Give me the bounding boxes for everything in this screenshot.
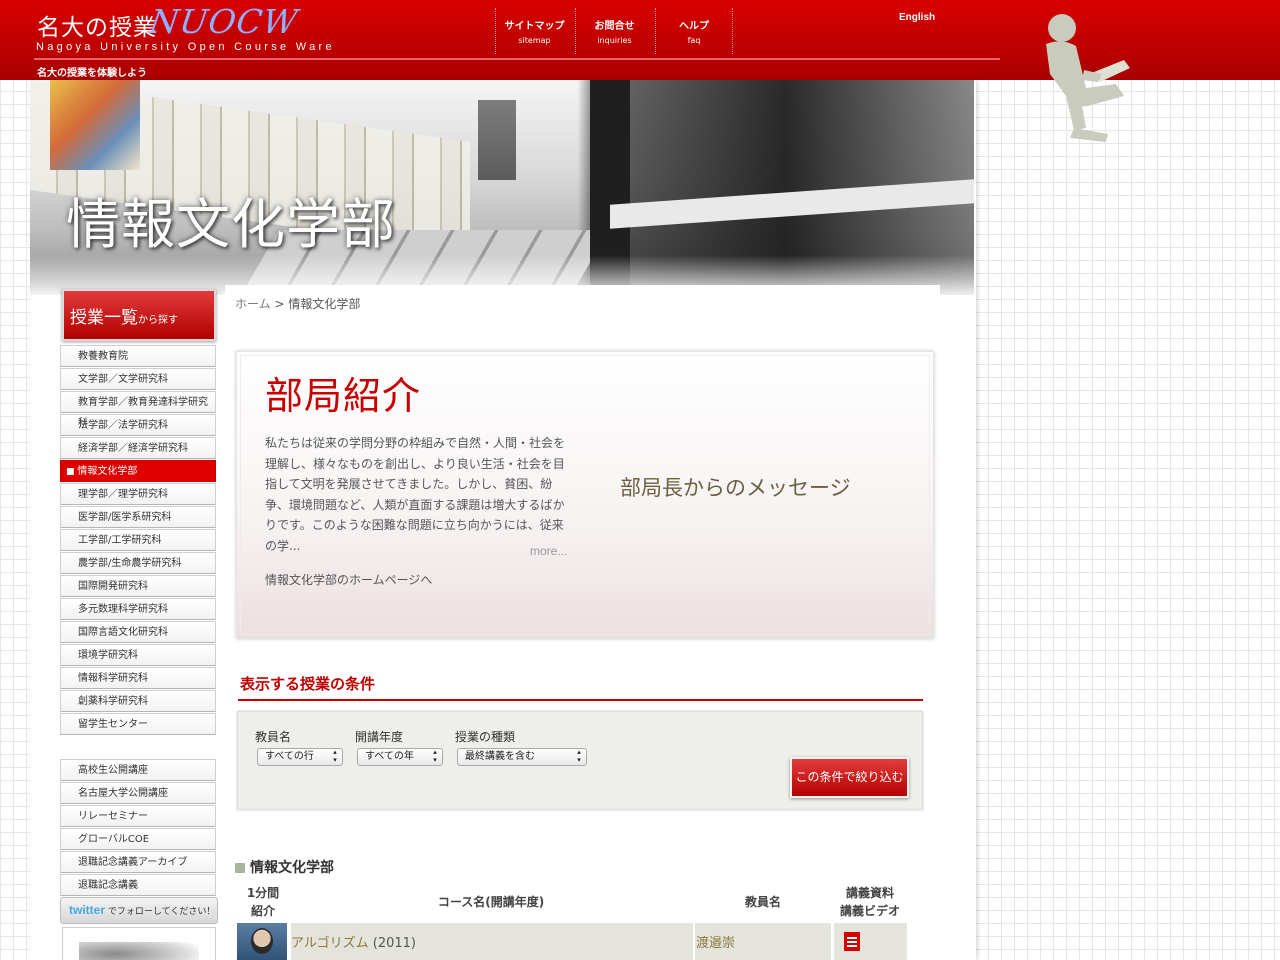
- sidebar-item-extra[interactable]: グローバルCOE: [60, 828, 216, 850]
- intro-more-link[interactable]: more...: [530, 544, 567, 558]
- logo-japanese[interactable]: 名大の授業: [37, 8, 157, 42]
- results-heading: 情報文化学部: [235, 857, 334, 877]
- reading-person-illustration: [1046, 14, 1130, 142]
- nav-help[interactable]: ヘルプ faq: [655, 8, 733, 54]
- department-list: 教養教育院 文学部／文学研究科 教育学部／教育発達科学研究科 法学部／法学研究科…: [60, 345, 216, 736]
- column-header-intro: 1分間 紹介: [240, 884, 286, 920]
- sidebar-item-department[interactable]: 国際開発研究科: [60, 575, 216, 597]
- sidebar-item-department[interactable]: 理学部／理学研究科: [60, 483, 216, 505]
- sidebar-item-department[interactable]: 農学部/生命農学研究科: [60, 552, 216, 574]
- intro-title: 部局紹介: [265, 374, 422, 418]
- instructor-link[interactable]: 渡邉崇: [696, 932, 735, 951]
- filter-type-select[interactable]: 最終講義を含む: [457, 748, 587, 766]
- column-header-materials-line1: 講義資料: [845, 886, 894, 900]
- sidebar-item-department[interactable]: 教育学部／教育発達科学研究科: [60, 391, 216, 429]
- sidebar-item-department[interactable]: 工学部/工学研究科: [60, 529, 216, 551]
- column-header-materials-line2: 講義ビデオ: [839, 904, 900, 918]
- column-header-intro-line1: 1分間: [246, 886, 280, 900]
- sidebar-item-extra[interactable]: 高校生公開講座: [60, 759, 216, 781]
- sidebar-item-extra[interactable]: リレーセミナー: [60, 805, 216, 827]
- nav-help-sublabel: faq: [687, 36, 701, 45]
- filter-heading-rule: [238, 699, 923, 701]
- breadcrumb: ホーム > 情報文化学部: [235, 295, 360, 312]
- lecture-document-icon[interactable]: [844, 932, 860, 951]
- column-header-intro-line2: 紹介: [250, 904, 275, 918]
- hero-banner: 情報文化学部: [30, 80, 974, 295]
- sidebar-item-department[interactable]: 創薬科学研究科: [60, 690, 216, 712]
- header-divider: [34, 58, 1000, 60]
- sidebar-item-extra[interactable]: 名古屋大学公開講座: [60, 782, 216, 804]
- filter-type-label: 授業の種類: [455, 730, 516, 744]
- filter-year-select[interactable]: すべての年: [357, 748, 443, 766]
- twitter-logo-icon: twitter: [69, 903, 105, 917]
- sidebar-item-department[interactable]: 国際言語文化研究科: [60, 621, 216, 643]
- sidebar-item-department[interactable]: 文学部／文学研究科: [60, 368, 216, 390]
- sidebar-item-extra[interactable]: 退職記念講義: [60, 874, 216, 896]
- english-link[interactable]: English: [899, 12, 935, 23]
- logo-script[interactable]: NUOCW: [147, 2, 300, 41]
- nav-inquiries-sublabel: inquiries: [597, 36, 632, 45]
- course-link[interactable]: アルゴリズム (2011): [291, 932, 416, 951]
- twitter-follow-button[interactable]: twitter でフォローしてください！: [60, 897, 218, 924]
- nav-help-label: ヘルプ: [679, 21, 709, 32]
- breadcrumb-separator: >: [270, 297, 289, 311]
- sidebar-item-department[interactable]: 多元数理科学研究科: [60, 598, 216, 620]
- hero-door: [478, 100, 516, 180]
- column-header-instructor: 教員名: [744, 895, 781, 909]
- dean-message-link[interactable]: 部局長からのメッセージ: [620, 472, 851, 502]
- intro-text: 私たちは従来の学問分野の枠組みで自然・人間・社会を理解し、様々なものを創出し、よ…: [265, 436, 566, 553]
- nav-sitemap-label: サイトマップ: [504, 21, 565, 32]
- nav-inquiries-label: お問合せ: [594, 21, 635, 32]
- tagline: 名大の授業を体験しよう: [37, 68, 147, 79]
- nav-sitemap-sublabel: sitemap: [518, 36, 551, 45]
- sidebar-item-department[interactable]: 留学生センター: [60, 713, 216, 735]
- hero-counter: [610, 179, 974, 229]
- twitter-follow-label: でフォローしてください！: [107, 907, 216, 917]
- filter-year-label: 開講年度: [355, 730, 404, 744]
- sidebar-item-department[interactable]: 法学部／法学研究科: [60, 414, 216, 436]
- breadcrumb-current: 情報文化学部: [288, 297, 361, 311]
- sidebar-item-department[interactable]: 情報科学研究科: [60, 667, 216, 689]
- course-title: アルゴリズム: [291, 936, 369, 951]
- column-header-materials: 講義資料 講義ビデオ: [834, 884, 906, 920]
- nav-sitemap[interactable]: サイトマップ sitemap: [495, 8, 573, 54]
- nav-inquiries[interactable]: お問合せ inquiries: [575, 8, 653, 54]
- sidebar-item-department[interactable]: 環境学研究科: [60, 644, 216, 666]
- hero-title: 情報文化学部: [66, 193, 396, 256]
- browse-courses-sublabel: から探す: [138, 315, 178, 326]
- logo-english: Nagoya University Open Course Ware: [36, 41, 335, 53]
- filter-instructor-label: 教員名: [255, 730, 292, 744]
- extras-list: 高校生公開講座 名古屋大学公開講座 リレーセミナー グローバルCOE 退職記念講…: [60, 759, 216, 897]
- course-year: (2011): [368, 936, 416, 951]
- sidebar-item-extra[interactable]: 退職記念講義アーカイブ: [60, 851, 216, 873]
- table-row: アルゴリズム (2011) 渡邉崇: [237, 923, 907, 960]
- browse-courses-label: 授業一覧: [70, 308, 138, 328]
- filter-instructor-select[interactable]: すべての行: [257, 748, 343, 766]
- browse-courses-button[interactable]: 授業一覧から探す: [62, 289, 216, 341]
- sidebar-item-department-active[interactable]: 情報文化学部: [60, 460, 216, 482]
- filter-heading: 表示する授業の条件: [240, 675, 376, 693]
- column-header-course: コース名(開講年度): [437, 895, 545, 909]
- breadcrumb-home-link[interactable]: ホーム: [235, 297, 271, 311]
- course-intro-video-thumbnail[interactable]: [237, 923, 287, 960]
- sidebar-item-department[interactable]: 教養教育院: [60, 345, 216, 367]
- sidebar-banner-image[interactable]: [62, 927, 216, 960]
- sidebar-item-department[interactable]: 経済学部／経済学研究科: [60, 437, 216, 459]
- department-homepage-link[interactable]: 情報文化学部のホームページへ: [265, 571, 432, 588]
- sidebar-item-department[interactable]: 医学部/医学系研究科: [60, 506, 216, 528]
- hero-poster: [50, 80, 140, 170]
- filter-submit-button[interactable]: この条件で絞り込む: [790, 757, 909, 798]
